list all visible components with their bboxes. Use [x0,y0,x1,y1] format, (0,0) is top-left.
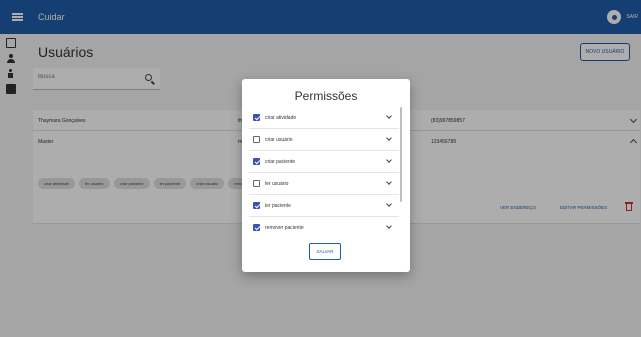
permission-label: criar atividade [265,115,297,121]
chevron-down-icon[interactable] [386,223,392,229]
permission-item[interactable]: ler paciente [249,195,399,217]
permission-item[interactable]: ler usuário [249,173,399,195]
permission-item[interactable]: criar atividade [249,107,399,129]
permission-label: criar usuário [265,137,293,143]
dialog-title: Permissões [294,89,358,103]
chevron-down-icon[interactable] [386,157,392,163]
permission-label: ler paciente [265,203,291,209]
permission-checkbox[interactable] [253,158,260,165]
permission-item[interactable]: criar usuário [249,129,399,151]
permission-item[interactable]: criar paciente [249,151,399,173]
scrollbar-thumb[interactable] [400,107,402,202]
permission-label: remover paciente [265,225,304,231]
scrollbar[interactable] [399,107,403,235]
permission-checkbox[interactable] [253,224,260,231]
save-button[interactable]: SALVAR [309,243,341,260]
permission-item[interactable]: remover paciente [249,217,399,235]
permission-checkbox[interactable] [253,180,260,187]
permission-checkbox[interactable] [253,114,260,121]
permissions-list: criar atividade criar usuário criar paci… [249,107,399,235]
permission-label: criar paciente [265,159,296,165]
chevron-down-icon[interactable] [386,179,392,185]
chevron-down-icon[interactable] [386,135,392,141]
chevron-down-icon[interactable] [386,201,392,207]
permission-checkbox[interactable] [253,136,260,143]
permission-label: ler usuário [265,181,289,187]
permissions-dialog: Permissões criar atividade criar usuário… [242,79,410,272]
chevron-down-icon[interactable] [386,113,392,119]
permission-checkbox[interactable] [253,202,260,209]
